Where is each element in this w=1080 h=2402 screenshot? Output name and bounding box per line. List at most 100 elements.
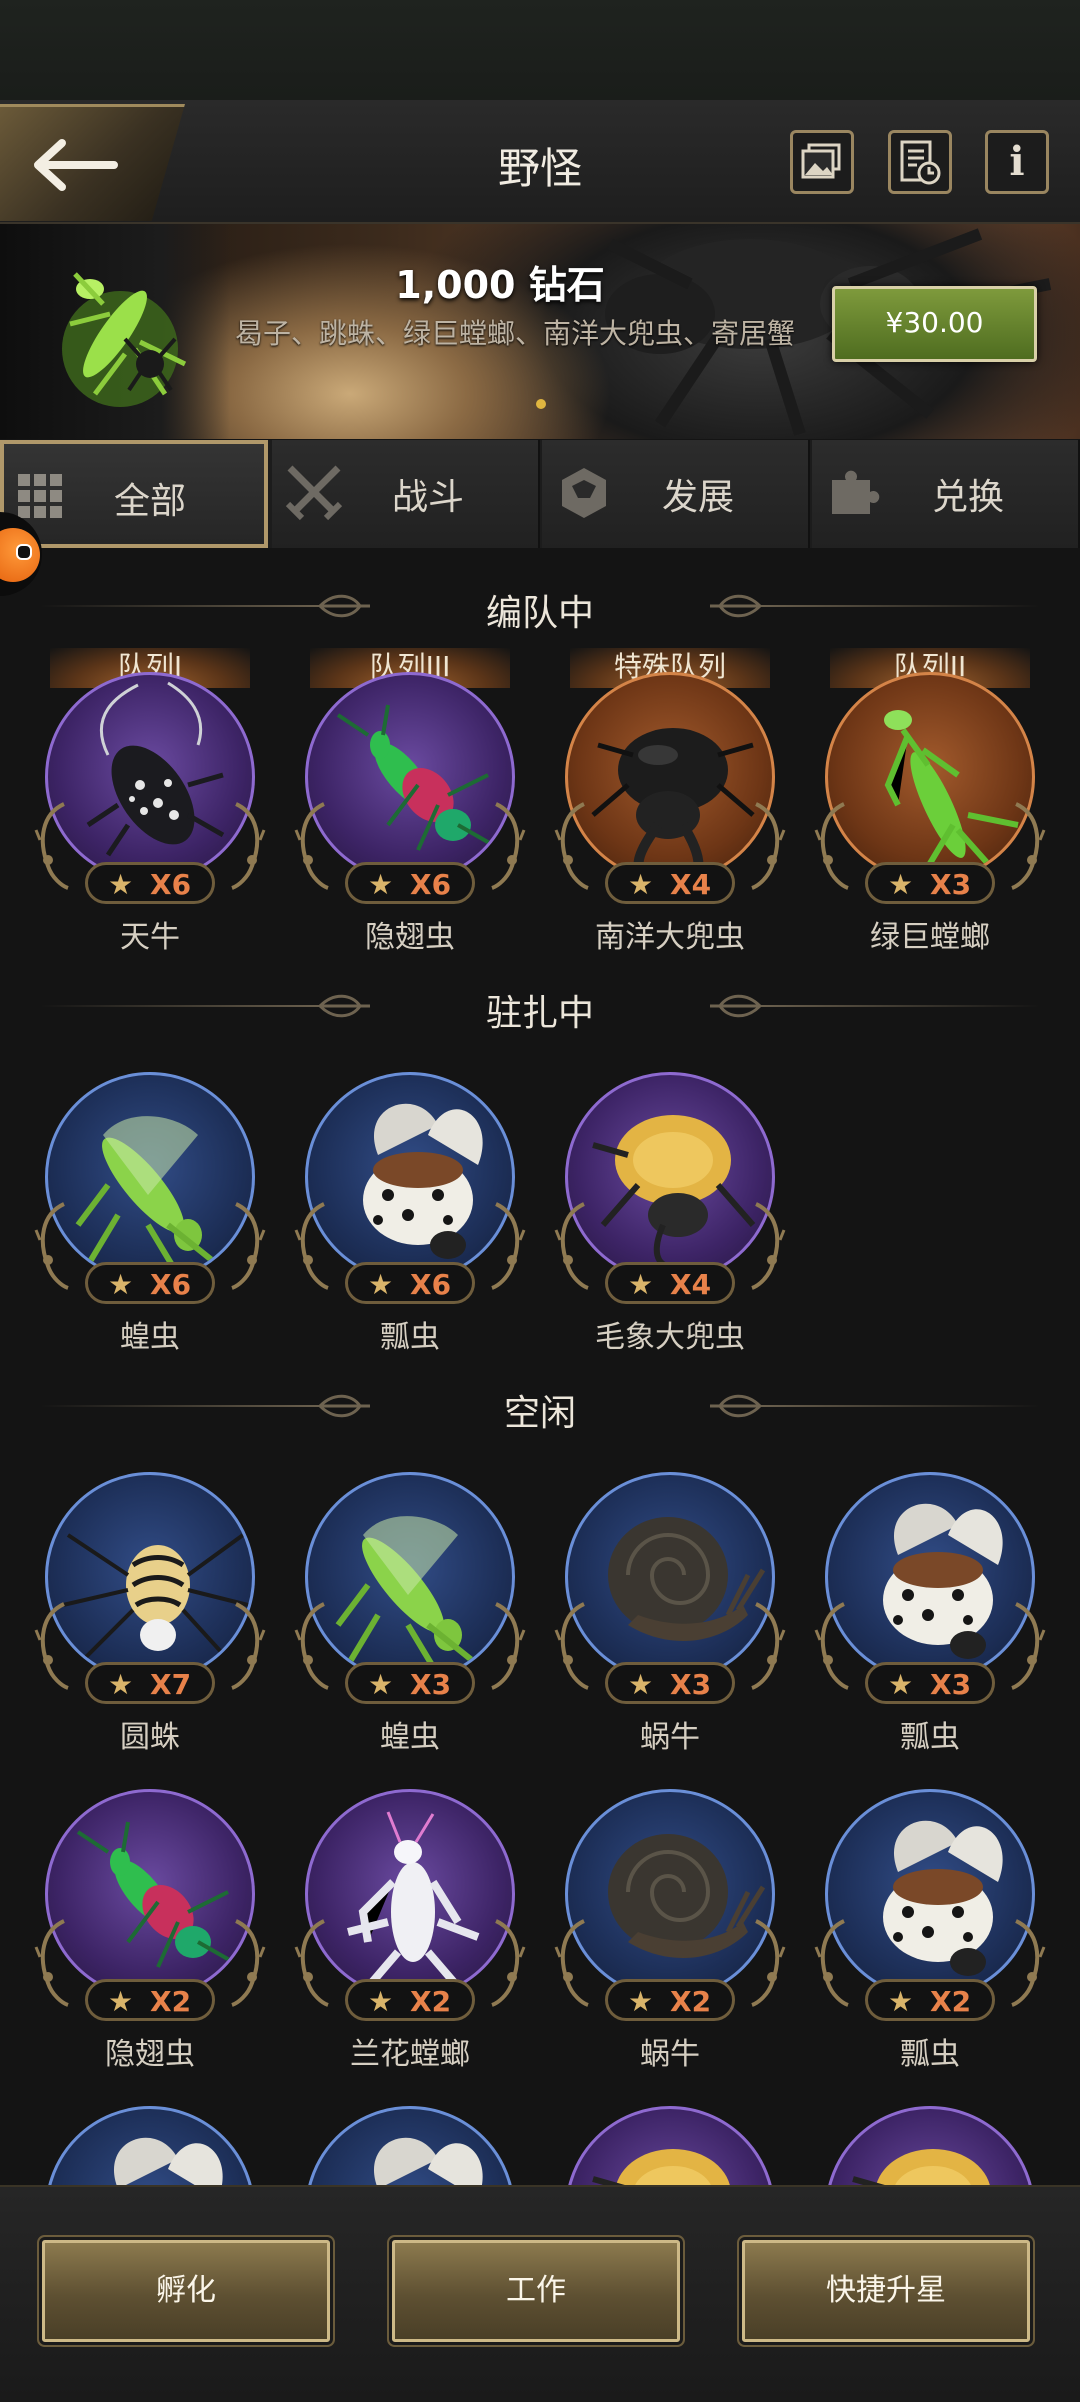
ladybug-icon xyxy=(883,1820,1003,1976)
unit-name: 兰花螳螂 xyxy=(350,2037,470,2072)
star-count: X7 xyxy=(150,1668,192,1701)
section-header-idle: 空闲 xyxy=(0,1376,1080,1436)
tab-battle[interactable]: 战斗 xyxy=(272,440,540,548)
unit-card[interactable]: ★ X7 圆蛛 xyxy=(30,1450,270,1755)
ornament-frame-right xyxy=(231,1919,266,2007)
divider xyxy=(750,1005,1040,1007)
unit-card[interactable]: ★ X3 蜗牛 xyxy=(550,1450,790,1755)
star-count: X2 xyxy=(410,1985,452,2018)
ornament-frame-right xyxy=(751,1919,786,2007)
ornament-frame-right xyxy=(491,802,526,890)
star-count: X3 xyxy=(930,868,972,901)
unit-portrait xyxy=(305,1789,515,1999)
unit-card[interactable]: ★ X2 兰花螳螂 xyxy=(290,1767,530,2072)
ornament-frame-right xyxy=(231,1202,266,1290)
ladybug-icon xyxy=(363,1103,483,1259)
unit-card[interactable]: ★ X2 蜗牛 xyxy=(550,1767,790,2072)
info-button[interactable]: i xyxy=(985,130,1049,194)
star-count: X6 xyxy=(410,1268,452,1301)
star-icon: ★ xyxy=(888,1985,914,2018)
atlas-beetle-icon xyxy=(591,728,755,879)
unit-card[interactable]: ★ X2 瓢虫 xyxy=(810,1767,1050,2072)
work-button[interactable]: 工作 xyxy=(392,2240,680,2342)
unit-card[interactable]: ★ X6 瓢虫 xyxy=(290,1050,530,1355)
star-icon: ★ xyxy=(108,1985,134,2018)
unit-card[interactable]: 队列III ★ X6 隐翅虫 xyxy=(290,648,530,955)
star-level-badge: ★ X3 xyxy=(605,1662,735,1704)
ornament-frame-left xyxy=(554,1919,589,2007)
unit-name: 绿巨螳螂 xyxy=(870,920,990,955)
unit-card[interactable]: 队列I ★ X6 天牛 xyxy=(30,648,270,955)
star-icon: ★ xyxy=(628,1668,654,1701)
promo-banner[interactable]: 1,000 钻石 曷子、跳蛛、绿巨螳螂、南洋大兜虫、寄居蟹 ¥30.00 xyxy=(0,224,1080,439)
unit-card[interactable]: ★ X4 毛象大兜虫 xyxy=(550,1050,790,1355)
unit-portrait xyxy=(45,1472,255,1682)
ornament-frame-left xyxy=(554,802,589,890)
section-header-stationed: 驻扎中 xyxy=(0,976,1080,1036)
star-level-badge: ★ X2 xyxy=(605,1979,735,2021)
unit-card[interactable]: 队列II ★ X3 绿巨螳螂 xyxy=(810,648,1050,955)
star-level-badge: ★ X3 xyxy=(345,1662,475,1704)
unit-portrait xyxy=(305,1472,515,1682)
star-icon: ★ xyxy=(108,1668,134,1701)
longhorn-beetle-icon xyxy=(86,681,225,857)
ornament-frame-right xyxy=(1011,802,1046,890)
unit-card[interactable]: 特殊队列 ★ X4 南洋大兜虫 xyxy=(550,648,790,955)
banner-description: 曷子、跳蛛、绿巨螳螂、南洋大兜虫、寄居蟹 xyxy=(235,317,796,350)
snail-icon xyxy=(608,1517,766,1642)
tab-all[interactable]: 全部 xyxy=(0,440,268,548)
crossed-swords-icon xyxy=(285,465,343,521)
ornament-frame-right xyxy=(231,802,266,890)
unit-name: 隐翅虫 xyxy=(365,920,455,955)
development-icon xyxy=(562,468,606,518)
star-level-badge: ★ X6 xyxy=(345,1262,475,1304)
ornament-frame-left xyxy=(34,1602,69,1690)
star-level-badge: ★ X7 xyxy=(85,1662,215,1704)
star-icon: ★ xyxy=(888,868,914,901)
locust-icon xyxy=(75,1116,220,1277)
unit-name: 瓢虫 xyxy=(900,1720,960,1755)
star-count: X4 xyxy=(670,868,712,901)
hatch-button[interactable]: 孵化 xyxy=(42,2240,330,2342)
ornament-frame-right xyxy=(1011,1919,1046,2007)
info-icon: i xyxy=(1009,138,1025,185)
ornament-frame-left xyxy=(814,1602,849,1690)
star-count: X2 xyxy=(930,1985,972,2018)
tab-label: 兑换 xyxy=(932,477,1005,518)
ornament-frame-right xyxy=(491,1919,526,2007)
unit-card[interactable]: ★ X6 蝗虫 xyxy=(30,1050,270,1355)
unit-name: 天牛 xyxy=(120,920,180,955)
tab-development[interactable]: 发展 xyxy=(542,440,810,548)
star-count: X3 xyxy=(930,1668,972,1701)
quick-star-up-button[interactable]: 快捷升星 xyxy=(742,2240,1030,2342)
orchid-mantis-icon xyxy=(347,1811,480,1990)
star-count: X6 xyxy=(150,1268,192,1301)
star-count: X2 xyxy=(670,1985,712,2018)
unit-name: 蜗牛 xyxy=(640,2037,700,2072)
status-bar xyxy=(0,0,1080,100)
star-icon: ★ xyxy=(368,1268,394,1301)
ornament-frame-left xyxy=(34,1202,69,1290)
locust-icon xyxy=(335,1516,480,1677)
star-level-badge: ★ X2 xyxy=(85,1979,215,2021)
gallery-button[interactable] xyxy=(790,130,854,194)
unit-card[interactable]: ★ X2 隐翅虫 xyxy=(30,1767,270,2072)
unit-name: 隐翅虫 xyxy=(105,2037,195,2072)
spider-icon xyxy=(62,1533,249,1667)
buy-button[interactable]: ¥30.00 xyxy=(832,286,1037,362)
unit-portrait xyxy=(565,1472,775,1682)
section-title: 空闲 xyxy=(503,1393,576,1434)
tab-exchange[interactable]: 兑换 xyxy=(812,440,1080,548)
divider xyxy=(750,605,1040,607)
unit-card[interactable]: ★ X3 瓢虫 xyxy=(810,1450,1050,1755)
star-count: X4 xyxy=(670,1268,712,1301)
unit-name: 毛象大兜虫 xyxy=(595,1320,745,1355)
ornament-frame-left xyxy=(34,802,69,890)
rove-beetle-icon xyxy=(76,1821,234,1968)
unit-portrait xyxy=(45,672,255,882)
unit-portrait xyxy=(305,672,515,882)
unit-card[interactable]: ★ X3 蝗虫 xyxy=(290,1450,530,1755)
unit-name: 蜗牛 xyxy=(640,1720,700,1755)
ornament-frame-left xyxy=(294,1202,329,1290)
history-button[interactable] xyxy=(888,130,952,194)
